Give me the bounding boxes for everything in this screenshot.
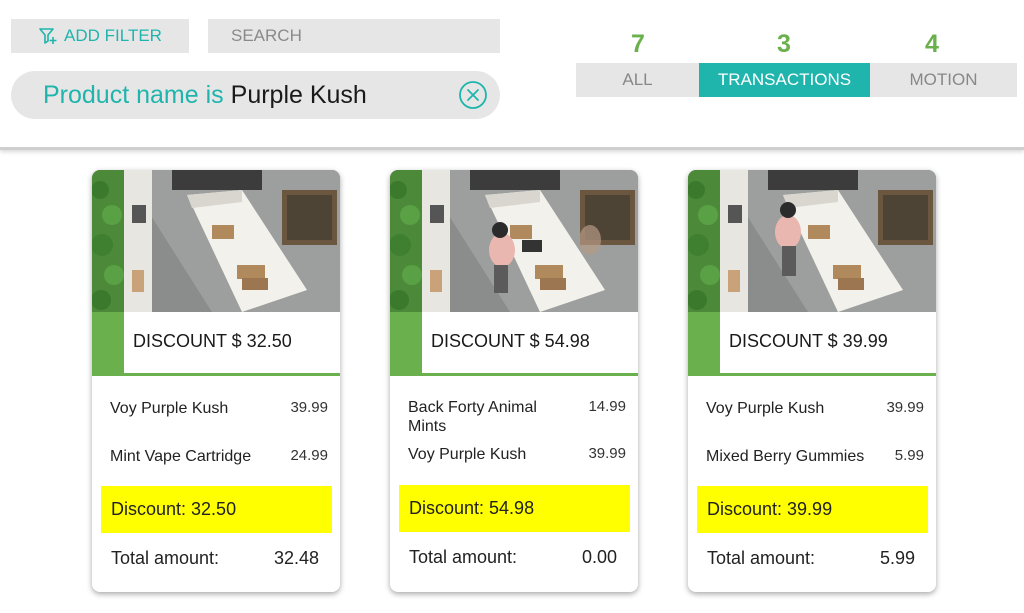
add-filter-button[interactable]: ADD FILTER — [11, 19, 189, 53]
camera-snapshot-image[interactable] — [390, 170, 638, 312]
total-amount: 0.00 — [581, 547, 617, 567]
total-row: Total amount: 32.48 — [111, 548, 319, 569]
item-price: 24.99 — [290, 447, 328, 464]
transaction-card[interactable]: DISCOUNT $ 32.50 Voy Purple Kush 39.99 M… — [92, 170, 340, 592]
transaction-card[interactable]: DISCOUNT $ 54.98 Back Forty Animal Mints… — [390, 170, 638, 592]
item-name: Mint Vape Cartridge — [110, 448, 252, 465]
tab-transactions[interactable]: TRANSACTIONS — [699, 63, 870, 97]
total-row: Total amount: 0.00 — [409, 547, 617, 568]
tab-transactions-count: 3 — [777, 30, 791, 58]
filter-add-icon — [39, 28, 57, 44]
discount-title: DISCOUNT $ 32.50 — [133, 331, 292, 351]
filter-header: ADD FILTER Product name is Purple Kush 7… — [0, 0, 1024, 150]
total-row: Total amount: 5.99 — [707, 548, 915, 569]
item-name: Back Forty Animal Mints — [408, 399, 537, 435]
item-name: Voy Purple Kush — [408, 446, 527, 463]
item-price: 5.99 — [894, 447, 924, 464]
item-price: 39.99 — [588, 445, 626, 462]
discount-header: DISCOUNT $ 54.98 — [390, 312, 638, 376]
item-name: Voy Purple Kush — [706, 400, 825, 417]
camera-snapshot-image[interactable] — [92, 170, 340, 312]
active-filter-chip: Product name is Purple Kush — [11, 71, 500, 119]
total-label: Total amount: — [409, 547, 518, 567]
filter-value-label: Purple Kush — [230, 80, 367, 109]
tab-all[interactable]: ALL — [576, 63, 699, 97]
total-amount: 5.99 — [879, 548, 915, 568]
total-label: Total amount: — [111, 548, 220, 568]
item-price: 14.99 — [588, 398, 626, 415]
discount-line: Discount: 39.99 — [697, 486, 928, 533]
total-amount: 32.48 — [273, 548, 319, 568]
filter-field-label: Product name is — [43, 80, 224, 109]
tab-motion-count: 4 — [925, 30, 939, 58]
discount-line: Discount: 54.98 — [399, 485, 630, 532]
total-label: Total amount: — [707, 548, 816, 568]
search-input[interactable] — [208, 19, 500, 53]
remove-filter-icon[interactable] — [458, 80, 488, 110]
discount-header: DISCOUNT $ 32.50 — [92, 312, 340, 376]
discount-header: DISCOUNT $ 39.99 — [688, 312, 936, 376]
discount-title: DISCOUNT $ 39.99 — [729, 331, 888, 351]
accent-strip — [390, 312, 422, 373]
add-filter-label: ADD FILTER — [64, 26, 162, 45]
transaction-card[interactable]: DISCOUNT $ 39.99 Voy Purple Kush 39.99 M… — [688, 170, 936, 592]
discount-title: DISCOUNT $ 54.98 — [431, 331, 590, 351]
item-name: Voy Purple Kush — [110, 400, 229, 417]
tab-all-count: 7 — [631, 30, 645, 58]
discount-line: Discount: 32.50 — [101, 486, 332, 533]
accent-strip — [92, 312, 124, 373]
tab-motion[interactable]: MOTION — [870, 63, 1017, 97]
camera-snapshot-image[interactable] — [688, 170, 936, 312]
item-price: 39.99 — [886, 399, 924, 416]
item-name: Mixed Berry Gummies — [706, 448, 865, 465]
accent-strip — [688, 312, 720, 373]
item-price: 39.99 — [290, 399, 328, 416]
view-tabs: ALL TRANSACTIONS MOTION — [576, 63, 1017, 97]
